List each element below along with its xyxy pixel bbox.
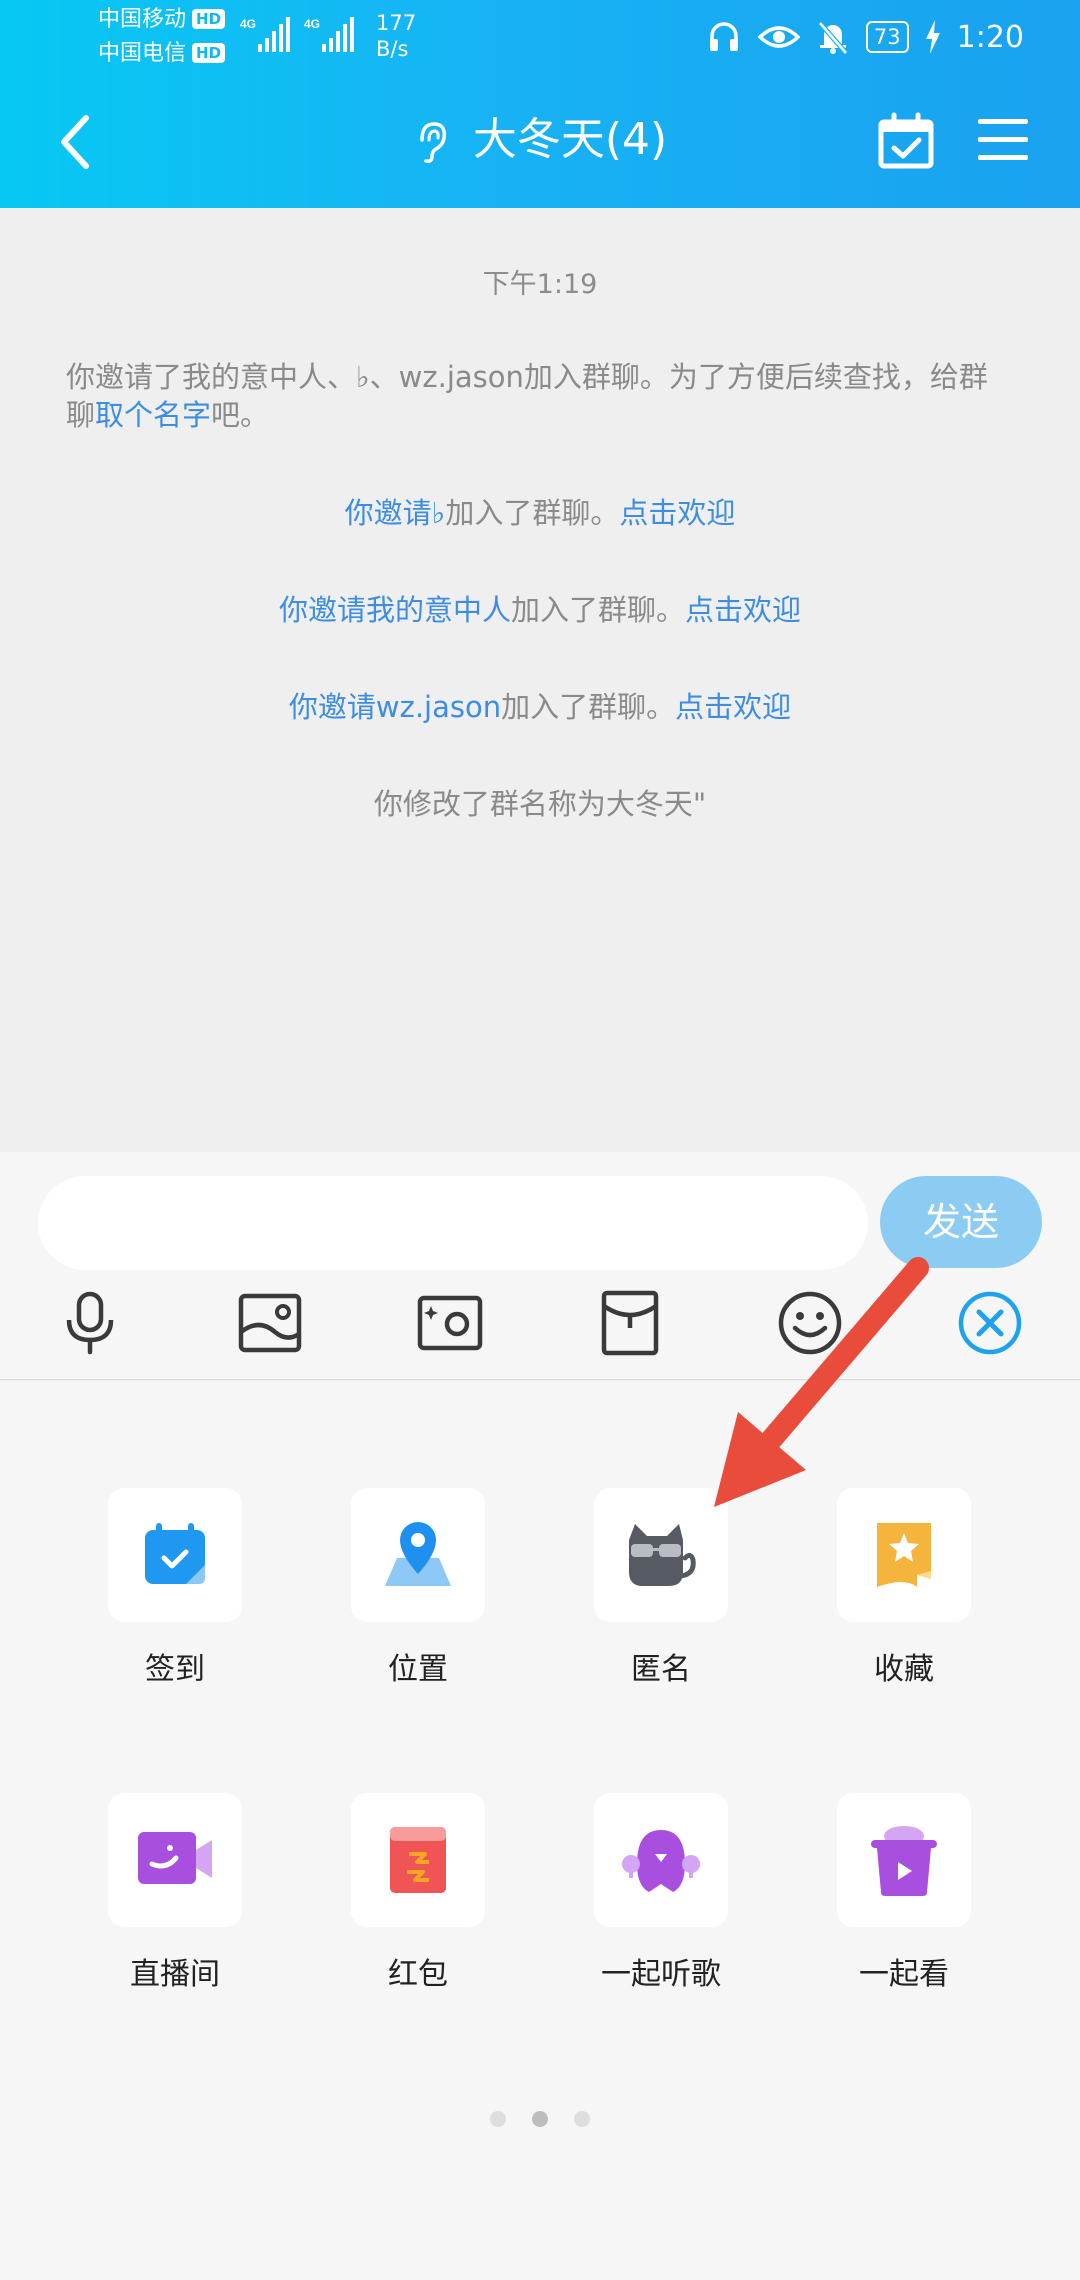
join-text: 加入了群聊。: [445, 496, 620, 530]
set-group-name-link[interactable]: 取个名字: [95, 398, 211, 432]
favorite-bookmark-icon: [877, 1523, 931, 1587]
invite-text-prefix: 聊: [66, 398, 96, 432]
input-area: 发送: [0, 1152, 1080, 1380]
carrier-1: 中国移动 HD: [98, 4, 226, 36]
app-anonymous[interactable]: 匿名: [561, 1488, 761, 1688]
system-message-invite: 你邀请了我的意中人、♭、wz.jason加入群聊。为了方便后续查找，给群 聊取个…: [66, 358, 1014, 434]
listen-together-icon: [622, 1830, 700, 1892]
watch-together-icon: [871, 1826, 937, 1896]
app-label: 一起听歌: [601, 1957, 721, 1992]
invite-text: 你邀请了我的意中人、♭、wz.jason加入群聊。为了方便后续查找，给群: [66, 360, 988, 394]
calendar-check-icon: [878, 112, 934, 169]
anonymous-cat-icon: [629, 1524, 696, 1586]
charging-icon: [925, 20, 940, 54]
ear-icon: [420, 122, 446, 163]
svg-text:4G: 4G: [304, 17, 320, 31]
menu-icon: [978, 119, 1028, 160]
member-link[interactable]: 你邀请: [289, 690, 376, 724]
hd-badge: HD: [192, 43, 226, 63]
system-message-join-1: 你邀请♭加入了群聊。点击欢迎: [66, 494, 1014, 532]
carrier-2: 中国电信 HD: [98, 38, 226, 70]
system-message-join-3: 你邀请wz.jason加入了群聊。点击欢迎: [66, 688, 1014, 726]
close-circle-icon[interactable]: [955, 1288, 1025, 1358]
app-label: 一起看: [859, 1957, 949, 1992]
app-tile[interactable]: [837, 1488, 971, 1622]
app-label: 收藏: [874, 1652, 934, 1687]
svg-text:4G: 4G: [240, 17, 256, 31]
app-tile[interactable]: [108, 1488, 242, 1622]
page-dot[interactable]: [490, 2111, 506, 2127]
app-listen-together[interactable]: 一起听歌: [561, 1793, 761, 1993]
member-link[interactable]: ♭: [432, 496, 446, 530]
message-input[interactable]: [38, 1176, 868, 1270]
signal-icon: 4G: [240, 17, 290, 52]
network-speed: 177 B/s: [376, 10, 416, 62]
page-dot-active[interactable]: [532, 2111, 548, 2127]
app-checkin[interactable]: 签到: [75, 1488, 275, 1688]
hd-badge: HD: [192, 9, 226, 29]
app-live-room[interactable]: 直播间: [75, 1793, 275, 1993]
speed-unit: B/s: [376, 37, 409, 61]
menu-button[interactable]: [976, 116, 1030, 164]
page-dot[interactable]: [574, 2111, 590, 2127]
location-pin-icon: [385, 1522, 451, 1586]
member-link[interactable]: 你邀请: [345, 496, 432, 530]
mic-icon[interactable]: [55, 1288, 125, 1358]
eye-icon: [757, 26, 800, 48]
member-link[interactable]: wz.jason: [376, 690, 501, 724]
header: 中国移动 HD 中国电信 HD 4G 4G 177 B/s 73 1:20 大冬…: [0, 0, 1080, 208]
red-envelope-icon[interactable]: [595, 1288, 665, 1358]
battery-level: 73: [865, 21, 909, 53]
welcome-link[interactable]: 点击欢迎: [685, 593, 801, 627]
invite-text-suffix: 吧。: [211, 398, 270, 432]
live-video-icon: [138, 1832, 212, 1884]
calendar-button[interactable]: [876, 112, 936, 172]
speed-value: 177: [376, 11, 417, 35]
app-tile[interactable]: [351, 1488, 485, 1622]
system-message-join-2: 你邀请我的意中人加入了群聊。点击欢迎: [66, 591, 1014, 629]
carrier-2-label: 中国电信: [98, 41, 187, 66]
status-right: 73 1:20: [706, 14, 1024, 60]
page-indicator: [0, 2111, 1080, 2131]
system-message-rename: 你修改了群名称为大冬天": [373, 787, 707, 821]
app-red-packet[interactable]: 红包: [318, 1793, 518, 1993]
chat-area[interactable]: 下午1:19 你邀请了我的意中人、♭、wz.jason加入群聊。为了方便后续查找…: [0, 208, 1080, 1152]
member-link[interactable]: 我的意中人: [366, 593, 511, 627]
join-text: 加入了群聊。: [501, 690, 676, 724]
bell-muted-icon: [818, 21, 848, 55]
checkin-calendar-icon: [145, 1523, 205, 1584]
more-apps-panel: 签到 位置 匿名 收藏 直播间 红包 一起听歌 一起看: [0, 1381, 1080, 2280]
app-label: 位置: [388, 1652, 448, 1687]
welcome-link[interactable]: 点击欢迎: [619, 496, 735, 530]
app-tile[interactable]: [837, 1793, 971, 1927]
member-link[interactable]: 你邀请: [279, 593, 366, 627]
app-label: 直播间: [130, 1957, 220, 1992]
app-tile[interactable]: [594, 1488, 728, 1622]
send-button[interactable]: 发送: [880, 1176, 1042, 1268]
message-timestamp: 下午1:19: [482, 269, 598, 300]
app-label: 签到: [145, 1652, 205, 1687]
join-text: 加入了群聊。: [511, 593, 686, 627]
app-watch-together[interactable]: 一起看: [804, 1793, 1004, 1993]
app-location[interactable]: 位置: [318, 1488, 518, 1688]
app-label: 红包: [388, 1957, 448, 1992]
emoji-icon[interactable]: [775, 1288, 845, 1358]
headphones-icon: [709, 22, 738, 51]
page-title: 大冬天(4): [472, 114, 668, 165]
status-bar: 中国移动 HD 中国电信 HD 4G 4G 177 B/s 73 1:20: [0, 0, 1080, 70]
app-favorites[interactable]: 收藏: [804, 1488, 1004, 1688]
red-packet-icon: [390, 1827, 446, 1893]
app-tile[interactable]: [108, 1793, 242, 1927]
app-label: 匿名: [631, 1652, 691, 1687]
welcome-link[interactable]: 点击欢迎: [675, 690, 791, 724]
clock: 1:20: [956, 19, 1024, 55]
signal-2-icon: 4G: [304, 17, 354, 52]
app-tile[interactable]: [594, 1793, 728, 1927]
app-tile[interactable]: [351, 1793, 485, 1927]
carrier-1-label: 中国移动: [98, 7, 187, 32]
camera-icon[interactable]: [415, 1288, 485, 1358]
image-icon[interactable]: [235, 1288, 305, 1358]
invite-text-line2: 聊取个名字吧。: [66, 396, 1014, 434]
